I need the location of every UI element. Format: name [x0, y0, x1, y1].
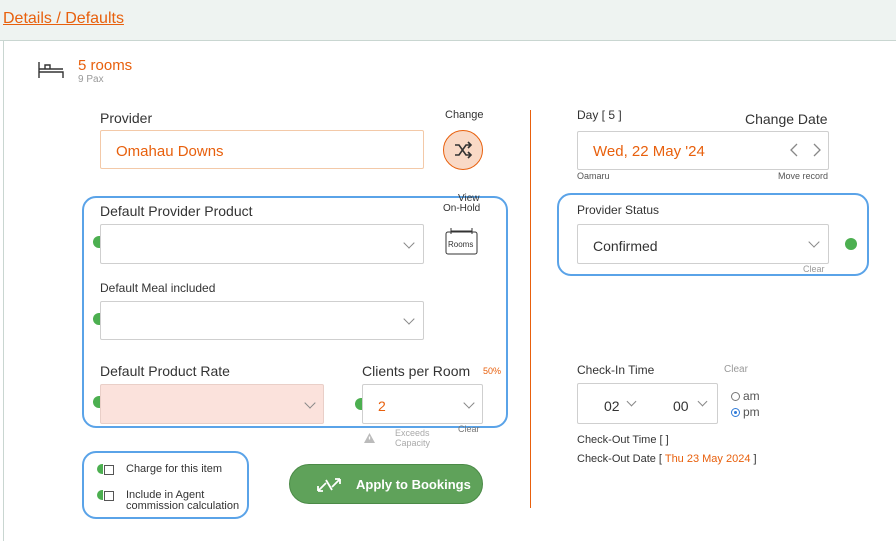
rate-label: Default Product Rate	[100, 363, 230, 379]
warning-icon	[363, 431, 376, 449]
commission-checkbox[interactable]	[104, 491, 114, 501]
charge-label: Charge for this item	[126, 463, 222, 475]
checkout-date-value: Thu 23 May 2024	[664, 453, 751, 465]
meal-select[interactable]	[100, 301, 424, 340]
chevron-down-icon	[463, 397, 475, 409]
rooms-count: 5 rooms	[78, 57, 133, 74]
exceeds-label: Exceeds	[395, 428, 430, 438]
chevron-right-icon[interactable]	[812, 143, 822, 162]
rate-status-dot	[93, 396, 100, 408]
move-record-link[interactable]: Move record	[778, 171, 828, 181]
chevron-down-icon	[304, 397, 316, 409]
commission-label-line2: commission calculation	[126, 500, 240, 512]
charge-status-dot	[97, 464, 103, 474]
am-label: am	[743, 389, 760, 403]
meal-label: Default Meal included	[100, 281, 216, 295]
change-date-label[interactable]: Change Date	[745, 111, 828, 127]
onhold-label[interactable]: On-Hold	[443, 203, 480, 214]
checkout-time-label: Check-Out Time [ ]	[577, 434, 669, 446]
product-label: Default Provider Product	[100, 203, 253, 219]
clients-label: Clients per Room	[362, 363, 471, 379]
capacity-label: Capacity	[395, 438, 431, 448]
pm-radio[interactable]	[731, 408, 740, 417]
bed-icon	[37, 60, 65, 85]
apply-label: Apply to Bookings	[356, 477, 471, 492]
date-value: Wed, 22 May '24	[593, 143, 705, 160]
rooms-label: Rooms	[448, 240, 474, 249]
header-bar	[0, 0, 896, 41]
apply-to-bookings-button[interactable]: Apply to Bookings	[289, 464, 483, 504]
checkin-label: Check-In Time	[577, 363, 655, 377]
provider-label: Provider	[100, 110, 153, 126]
status-select[interactable]: Confirmed	[577, 224, 829, 264]
clients-value: 2	[378, 398, 386, 414]
shuffle-icon	[455, 141, 473, 159]
chevron-down-icon[interactable]	[626, 396, 637, 407]
clients-clear[interactable]: Clear	[458, 424, 480, 434]
left-border	[3, 40, 4, 541]
checkout-date-row: Check-Out Date [ Thu 23 May 2024 ]	[577, 453, 757, 465]
clients-status-dot	[355, 398, 362, 410]
pax-count: 9 Pax	[78, 74, 104, 85]
column-divider	[530, 110, 531, 508]
product-select[interactable]	[100, 224, 424, 264]
chevron-down-icon	[403, 313, 415, 325]
provider-value: Omahau Downs	[116, 143, 224, 160]
status-clear[interactable]: Clear	[803, 264, 825, 274]
status-label: Provider Status	[577, 203, 660, 217]
minute-value[interactable]: 00	[673, 398, 689, 414]
checkin-time-box: 02 00	[577, 383, 718, 424]
product-status-dot	[93, 236, 100, 248]
checkin-clear[interactable]: Clear	[724, 364, 748, 375]
checkout-date-suffix: ]	[753, 453, 757, 465]
clients-select[interactable]: 2	[362, 384, 483, 424]
status-value: Confirmed	[593, 238, 658, 254]
chevron-down-icon	[403, 237, 415, 249]
day-label: Day [ 5 ]	[577, 108, 622, 122]
change-label: Change	[445, 109, 484, 121]
page-title[interactable]: Details / Defaults	[3, 10, 124, 28]
rate-select[interactable]	[100, 384, 324, 424]
am-radio[interactable]	[731, 392, 740, 401]
rooms-calendar-icon[interactable]: Rooms	[445, 226, 478, 255]
change-provider-button[interactable]	[443, 130, 483, 170]
chevron-left-icon[interactable]	[789, 143, 799, 162]
meal-status-dot	[93, 313, 100, 325]
pm-label: pm	[743, 405, 760, 419]
checkout-date-prefix: Check-Out Date [	[577, 453, 662, 465]
chevron-down-icon	[808, 236, 820, 248]
chevron-down-icon[interactable]	[697, 396, 708, 407]
charge-checkbox[interactable]	[104, 465, 114, 475]
clients-percent: 50%	[483, 366, 502, 376]
status-dot	[845, 238, 857, 250]
arrows-icon	[317, 478, 341, 492]
location-label: Oamaru	[577, 171, 610, 181]
commission-status-dot	[97, 490, 103, 500]
hour-value[interactable]: 02	[604, 398, 620, 414]
